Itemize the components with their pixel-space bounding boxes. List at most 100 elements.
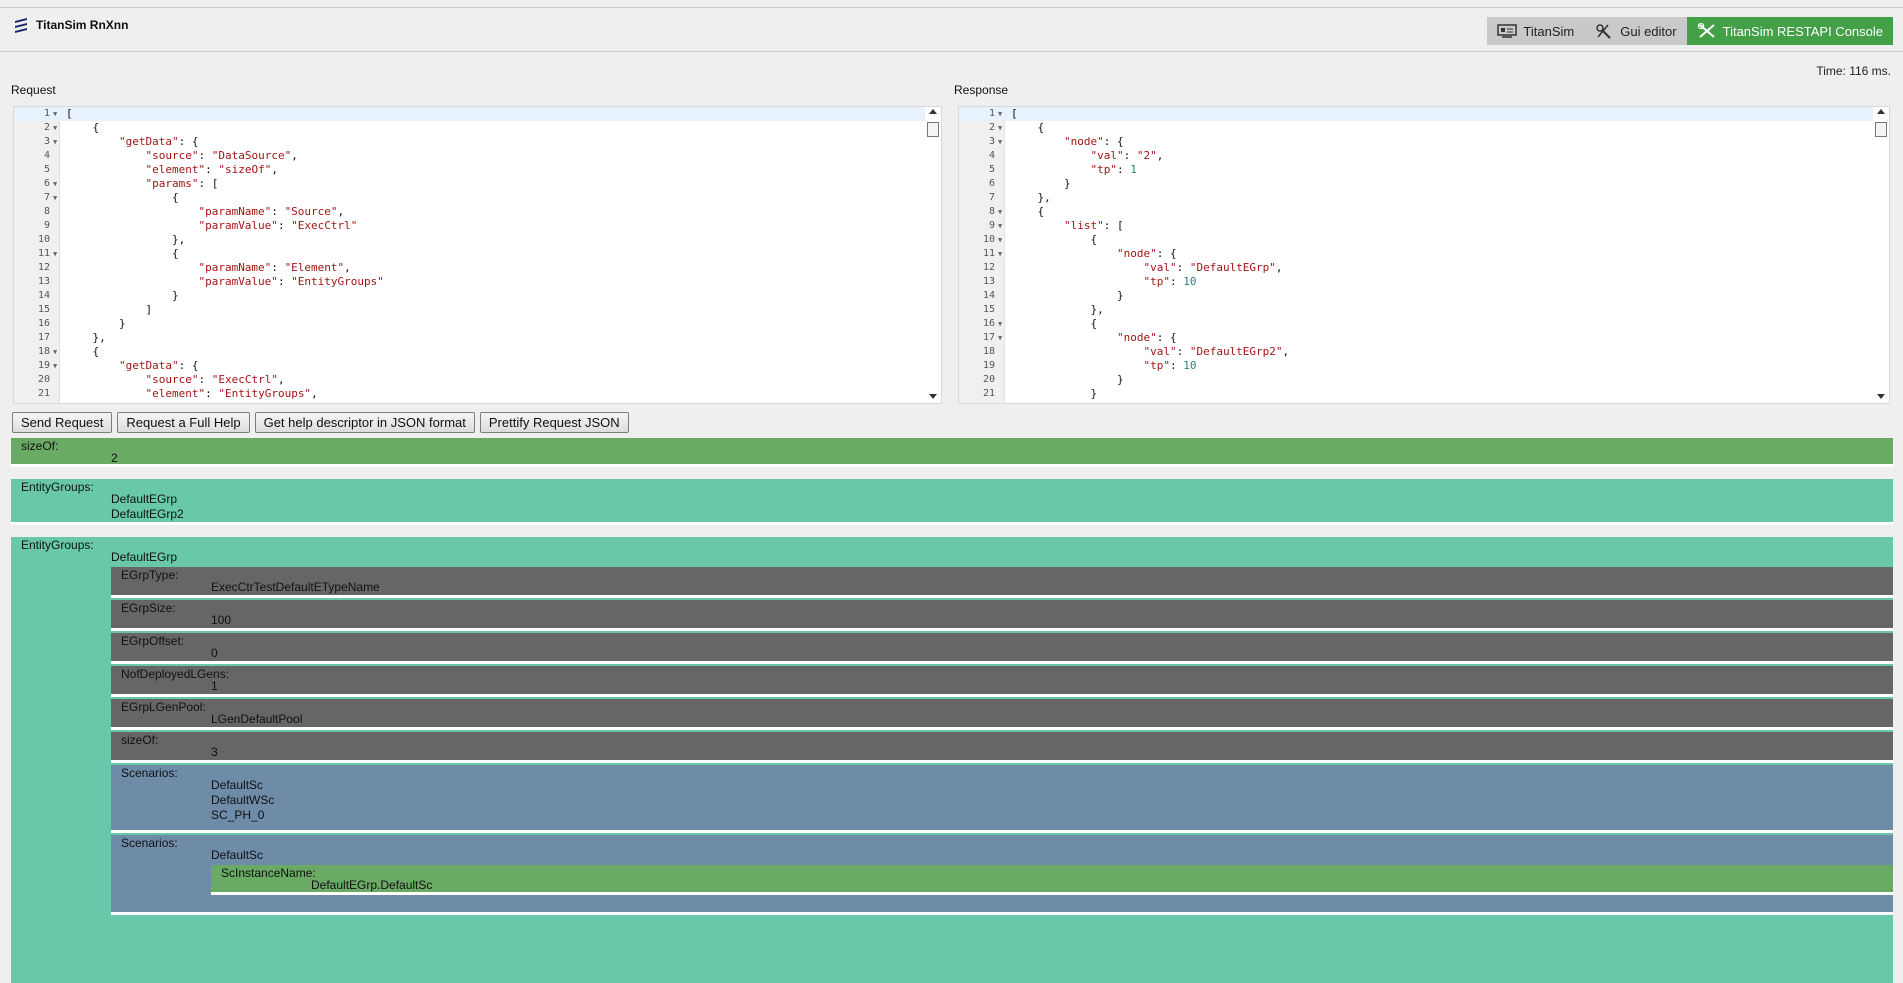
fold-arrow-icon[interactable]: ▼ bbox=[53, 107, 57, 121]
response-line[interactable]: 9 ▼ "list": [ bbox=[959, 219, 1873, 233]
request-line[interactable]: 3 ▼ "getData": { bbox=[14, 135, 925, 149]
fold-arrow-icon[interactable]: ▼ bbox=[998, 219, 1002, 233]
fold-arrow-icon[interactable]: ▼ bbox=[53, 135, 57, 149]
nav-restapi-console-button[interactable]: TitanSim RESTAPI Console bbox=[1686, 17, 1893, 45]
fold-arrow-icon[interactable]: ▼ bbox=[998, 135, 1002, 149]
request-line[interactable]: 8 "paramName": "Source", bbox=[14, 205, 925, 219]
response-line[interactable]: 7 }, bbox=[959, 191, 1873, 205]
response-line[interactable]: 18 "val": "DefaultEGrp2", bbox=[959, 345, 1873, 359]
request-line[interactable]: 2 ▼ { bbox=[14, 121, 925, 135]
line-number: 21 bbox=[982, 388, 995, 399]
response-line[interactable]: 13 "tp": 10 bbox=[959, 275, 1873, 289]
code-text: "paramValue": "EntityGroups" bbox=[198, 275, 384, 288]
request-line[interactable]: 18 ▼ { bbox=[14, 345, 925, 359]
result-title: sizeOf: bbox=[21, 439, 59, 453]
code-text: "paramName": "Element", bbox=[198, 261, 351, 274]
response-line[interactable]: 17 ▼ "node": { bbox=[959, 331, 1873, 345]
nav-gui-editor-button[interactable]: Gui editor bbox=[1584, 17, 1687, 45]
request-line[interactable]: 7 ▼ { bbox=[14, 191, 925, 205]
result-value: SC_PH_0 bbox=[211, 808, 265, 822]
line-number: 8 bbox=[43, 206, 50, 217]
request-line[interactable]: 5 "element": "sizeOf", bbox=[14, 163, 925, 177]
scroll-thumb[interactable] bbox=[1875, 122, 1887, 137]
request-line[interactable]: 4 "source": "DataSource", bbox=[14, 149, 925, 163]
line-number: 18 bbox=[37, 346, 50, 357]
result-value: DefaultSc bbox=[211, 848, 264, 862]
scroll-down-icon[interactable] bbox=[1877, 394, 1885, 399]
request-line[interactable]: 12 "paramName": "Element", bbox=[14, 261, 925, 275]
response-line[interactable]: 16 ▼ { bbox=[959, 317, 1873, 331]
code-text: "paramName": "Source", bbox=[198, 205, 345, 218]
request-line[interactable]: 15 ] bbox=[14, 303, 925, 317]
response-line[interactable]: 15 }, bbox=[959, 303, 1873, 317]
line-number: 15 bbox=[37, 304, 50, 315]
fold-arrow-icon[interactable]: ▼ bbox=[998, 233, 1002, 247]
fold-arrow-icon[interactable]: ▼ bbox=[53, 345, 57, 359]
line-number: 14 bbox=[982, 290, 995, 301]
request-scrollbar[interactable] bbox=[925, 107, 941, 403]
fold-arrow-icon[interactable]: ▼ bbox=[998, 205, 1002, 219]
request-line[interactable]: 21 "element": "EntityGroups", bbox=[14, 387, 925, 401]
fold-arrow-icon[interactable]: ▼ bbox=[53, 191, 57, 205]
request-full-help-button[interactable]: Request a Full Help bbox=[117, 412, 250, 433]
help-descriptor-json-button[interactable]: Get help descriptor in JSON format bbox=[254, 412, 475, 433]
code-text: "tp": 10 bbox=[1143, 275, 1197, 288]
response-line[interactable]: 21 } bbox=[959, 387, 1873, 401]
request-line[interactable]: 1 ▼ [ bbox=[14, 107, 925, 121]
response-line[interactable]: 11 ▼ "node": { bbox=[959, 247, 1873, 261]
response-code-lines[interactable]: 1 ▼[2 ▼ {3 ▼ "node": {4 "val": "2", 5 "tp": … bbox=[959, 107, 1873, 401]
code-text: "val": "DefaultEGrp2", bbox=[1143, 345, 1290, 358]
response-line[interactable]: 8 ▼ { bbox=[959, 205, 1873, 219]
result-title: EGrpSize: bbox=[121, 601, 176, 615]
fold-arrow-icon[interactable]: ▼ bbox=[998, 247, 1002, 261]
prettify-json-button[interactable]: Prettify Request JSON bbox=[479, 412, 629, 433]
response-line[interactable]: 12 "val": "DefaultEGrp", bbox=[959, 261, 1873, 275]
request-code-lines[interactable]: 1 ▼[2 ▼ {3 ▼ "getData": {4 "source": "DataS… bbox=[14, 107, 925, 401]
fold-arrow-icon[interactable]: ▼ bbox=[998, 317, 1002, 331]
fold-arrow-icon[interactable]: ▼ bbox=[998, 121, 1002, 135]
request-line[interactable]: 14 } bbox=[14, 289, 925, 303]
request-line[interactable]: 9 "paramValue": "ExecCtrl" bbox=[14, 219, 925, 233]
fold-arrow-icon[interactable]: ▼ bbox=[53, 177, 57, 191]
response-editor[interactable]: 1 ▼[2 ▼ {3 ▼ "node": {4 "val": "2", 5 "tp": … bbox=[958, 106, 1890, 404]
fold-arrow-icon[interactable]: ▼ bbox=[53, 247, 57, 261]
response-line[interactable]: 5 "tp": 1 bbox=[959, 163, 1873, 177]
code-text: { bbox=[66, 247, 179, 260]
response-line[interactable]: 1 ▼ [ bbox=[959, 107, 1873, 121]
response-line[interactable]: 6 } bbox=[959, 177, 1873, 191]
send-request-button[interactable]: Send Request bbox=[12, 412, 113, 433]
line-number: 20 bbox=[37, 374, 50, 385]
response-scrollbar[interactable] bbox=[1873, 107, 1889, 403]
result-value: DefaultEGrp bbox=[111, 550, 178, 564]
fold-arrow-icon[interactable]: ▼ bbox=[53, 121, 57, 135]
request-line[interactable]: 6 ▼ "params": [ bbox=[14, 177, 925, 191]
result-value: DefaultEGrp.DefaultSc bbox=[311, 878, 433, 892]
response-line[interactable]: 20 } bbox=[959, 373, 1873, 387]
response-line[interactable]: 19 "tp": 10 bbox=[959, 359, 1873, 373]
response-line[interactable]: 4 "val": "2", bbox=[959, 149, 1873, 163]
request-line[interactable]: 20 "source": "ExecCtrl", bbox=[14, 373, 925, 387]
request-line[interactable]: 13 "paramValue": "EntityGroups" bbox=[14, 275, 925, 289]
code-text: "paramValue": "ExecCtrl" bbox=[198, 219, 358, 232]
request-line[interactable]: 10 }, bbox=[14, 233, 925, 247]
response-line[interactable]: 14 } bbox=[959, 289, 1873, 303]
scroll-thumb[interactable] bbox=[927, 122, 939, 137]
nav-titansim-button[interactable]: TitanSim bbox=[1487, 17, 1585, 45]
response-line[interactable]: 10 ▼ { bbox=[959, 233, 1873, 247]
scroll-down-icon[interactable] bbox=[929, 394, 937, 399]
code-text: "element": "sizeOf", bbox=[145, 163, 278, 176]
response-line[interactable]: 3 ▼ "node": { bbox=[959, 135, 1873, 149]
scroll-up-icon[interactable] bbox=[929, 109, 937, 114]
request-editor[interactable]: 1 ▼[2 ▼ {3 ▼ "getData": {4 "source": "DataS… bbox=[13, 106, 942, 404]
line-number: 13 bbox=[982, 276, 995, 287]
line-number: 3 bbox=[43, 136, 50, 147]
fold-arrow-icon[interactable]: ▼ bbox=[998, 107, 1002, 121]
fold-arrow-icon[interactable]: ▼ bbox=[53, 359, 57, 373]
request-line[interactable]: 11 ▼ { bbox=[14, 247, 925, 261]
response-line[interactable]: 2 ▼ { bbox=[959, 121, 1873, 135]
request-line[interactable]: 19 ▼ "getData": { bbox=[14, 359, 925, 373]
request-line[interactable]: 16 } bbox=[14, 317, 925, 331]
scroll-up-icon[interactable] bbox=[1877, 109, 1885, 114]
fold-arrow-icon[interactable]: ▼ bbox=[998, 331, 1002, 345]
request-line[interactable]: 17 }, bbox=[14, 331, 925, 345]
